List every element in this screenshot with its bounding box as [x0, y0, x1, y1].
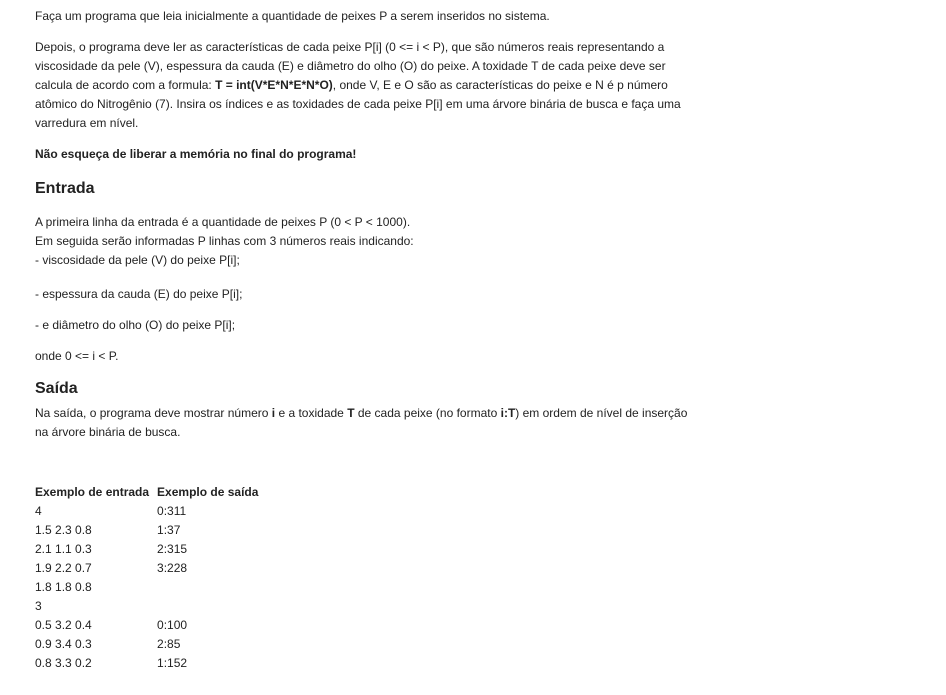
example-input-line: 0.8 3.3 0.2	[35, 656, 92, 670]
example-output-line: 0:100	[157, 618, 188, 632]
entrada-line-5: - e diâmetro do olho (O) do peixe P[i];	[35, 318, 236, 332]
entrada-line-4: - espessura da cauda (E) do peixe P[i];	[35, 287, 243, 301]
entrada-line-2: Em seguida serão informadas P linhas com…	[35, 234, 414, 248]
saida-text-1: Na saída, o programa deve mostrar número	[35, 406, 272, 420]
examples-table: Exemplo de entrada Exemplo de saída 4 1.…	[33, 481, 264, 673]
output-header: Exemplo de saída	[157, 484, 259, 499]
example-row-2: 3 0.5 3.2 0.4 0.9 3.4 0.3 0.8 3.3 0.2 0:…	[33, 597, 264, 673]
example-input-line: 1.5 2.3 0.8	[35, 523, 92, 537]
saida-text-3: de cada peixe (no formato	[354, 406, 501, 420]
example-input-line: 1.9 2.2 0.7	[35, 561, 92, 575]
example-output-line: 3:228	[157, 561, 188, 575]
example-row-1: 4 1.5 2.3 0.8 2.1 1.1 0.3 1.9 2.2 0.7 1.…	[33, 502, 264, 597]
entrada-line-6: onde 0 <= i < P.	[35, 349, 119, 363]
saida-paragraph: Na saída, o programa deve mostrar número…	[35, 404, 695, 442]
entrada-paragraph: A primeira linha da entrada é a quantida…	[35, 213, 695, 270]
example-output-line: 2:315	[157, 542, 188, 556]
formula-text: T = int(V*E*N*E*N*O)	[215, 78, 333, 92]
intro-paragraph: Faça um programa que leia inicialmente a…	[35, 9, 550, 23]
example-2-output: 0:100 2:85 1:152	[155, 597, 264, 673]
description-paragraph: Depois, o programa deve ler as caracterí…	[35, 38, 695, 133]
saida-bold-format: i:T	[500, 406, 516, 420]
example-input-line: 4	[35, 504, 42, 518]
example-2-input: 3 0.5 3.2 0.4 0.9 3.4 0.3 0.8 3.3 0.2	[33, 597, 155, 673]
entrada-line-1: A primeira linha da entrada é a quantida…	[35, 215, 411, 229]
memory-warning: Não esqueça de liberar a memória no fina…	[35, 147, 357, 161]
entrada-line-3: - viscosidade da pele (V) do peixe P[i];	[35, 253, 240, 267]
example-output-line: 0:311	[157, 504, 187, 518]
example-input-line: 2.1 1.1 0.3	[35, 542, 92, 556]
example-input-line: 3	[35, 599, 42, 613]
example-input-line: 1.8 1.8 0.8	[35, 580, 92, 594]
example-output-line: 1:37	[157, 523, 181, 537]
example-input-line: 0.9 3.4 0.3	[35, 637, 92, 651]
example-1-output: 0:311 1:37 2:315 3:228	[155, 502, 264, 597]
saida-bold-t: T	[347, 406, 355, 420]
example-output-line: 1:152	[157, 656, 188, 670]
input-header: Exemplo de entrada	[35, 484, 150, 499]
saida-heading: Saída	[35, 380, 78, 397]
saida-text-2: e a toxidade	[275, 406, 348, 420]
example-output-line: 2:85	[157, 637, 181, 651]
examples-header-row: Exemplo de entrada Exemplo de saída	[33, 481, 264, 502]
example-1-input: 4 1.5 2.3 0.8 2.1 1.1 0.3 1.9 2.2 0.7 1.…	[33, 502, 155, 597]
example-output-line	[157, 597, 258, 616]
example-input-line: 0.5 3.2 0.4	[35, 618, 92, 632]
entrada-heading: Entrada	[35, 180, 95, 197]
